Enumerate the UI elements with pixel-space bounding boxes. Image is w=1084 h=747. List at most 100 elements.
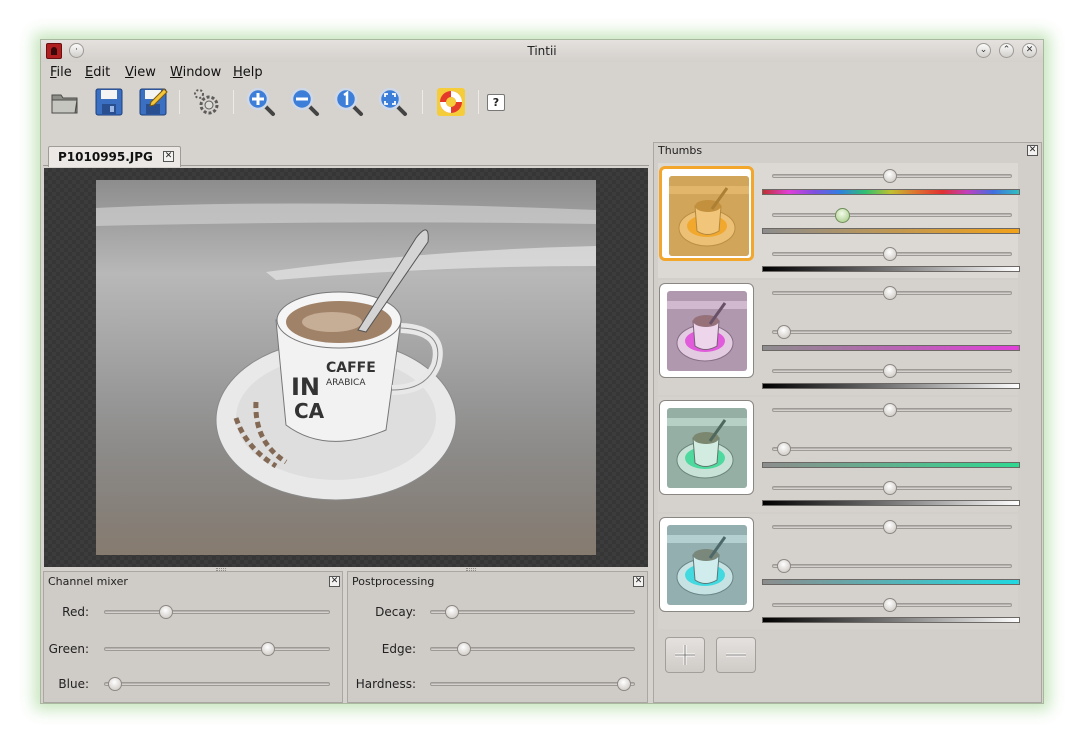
svg-text:IN: IN [291, 373, 320, 401]
menu-window-label: indow [182, 65, 222, 80]
thumb-saturation-gradient [762, 579, 1020, 585]
menu-view[interactable]: View [125, 65, 156, 80]
save-as-icon[interactable] [137, 86, 169, 118]
thumb-magenta[interactable] [659, 283, 754, 378]
toolbar-separator [478, 90, 479, 114]
menu-edit-label: dit [93, 65, 111, 80]
svg-text:CAFFE: CAFFE [326, 360, 376, 376]
thumb-saturation-slider-knob[interactable] [776, 325, 791, 339]
tab-document[interactable]: P1010995.JPG ✕ [48, 146, 181, 167]
minus-icon [726, 653, 746, 657]
settings-gear-icon[interactable] [191, 86, 223, 118]
image-canvas[interactable]: IN CAFFE ARABICA CA [44, 168, 648, 567]
close-panel-icon[interactable]: ✕ [633, 576, 644, 587]
menu-file-label: ile [56, 65, 72, 80]
whats-this-icon[interactable]: ? [487, 94, 505, 111]
maximize-button[interactable]: ⌃ [999, 43, 1014, 58]
zoom-fit-icon[interactable] [377, 86, 409, 118]
add-thumb-button[interactable] [665, 637, 705, 673]
postprocessing-title: Postprocessing [352, 575, 435, 588]
thumb-value-slider-knob[interactable] [882, 481, 897, 495]
thumb-green[interactable] [659, 400, 754, 495]
menu-bar: File Edit View Window Help [41, 62, 1043, 82]
thumb-image [669, 176, 749, 256]
blue-slider-track[interactable] [104, 682, 330, 686]
thumb-value-gradient [762, 266, 1020, 272]
remove-thumb-button[interactable] [716, 637, 756, 673]
thumb-hue-gradient [762, 189, 1020, 195]
thumb-orange[interactable] [659, 166, 754, 261]
decay-label: Decay: [375, 605, 416, 619]
title-bar[interactable]: · Tintii ⌄ ⌃ ✕ [41, 40, 1043, 62]
thumb-value-slider-knob[interactable] [882, 598, 897, 612]
thumb-value-gradient [762, 617, 1020, 623]
plus-icon [675, 645, 695, 665]
thumb-saturation-slider-knob[interactable] [776, 559, 791, 573]
thumb-image [667, 525, 747, 605]
thumb-saturation-slider-track[interactable] [772, 213, 1012, 217]
thumb-saturation-slider-track[interactable] [772, 330, 1012, 334]
close-panel-icon[interactable]: ✕ [1027, 145, 1038, 156]
zoom-100-icon[interactable] [333, 86, 365, 118]
green-slider-knob[interactable] [260, 642, 275, 656]
close-panel-icon[interactable]: ✕ [329, 576, 340, 587]
thumb-value-slider-knob[interactable] [882, 364, 897, 378]
menu-view-label: iew [133, 65, 156, 80]
green-label: Green: [48, 642, 89, 656]
decay-slider-knob[interactable] [445, 605, 460, 619]
close-tab-icon[interactable]: ✕ [163, 151, 174, 162]
save-icon[interactable] [93, 86, 125, 118]
document-tab-bar: P1010995.JPG ✕ [43, 142, 649, 167]
toolbar: ? [41, 82, 1043, 122]
thumb-saturation-slider-track[interactable] [772, 564, 1012, 568]
menu-edit[interactable]: Edit [85, 65, 110, 80]
window-title: Tintii [527, 44, 557, 58]
channel-mixer-panel: Channel mixer ✕ Red: Green: Blue: [43, 571, 343, 703]
blue-label: Blue: [58, 677, 89, 691]
thumb-image [667, 291, 747, 371]
thumb-hue-slider-knob[interactable] [882, 520, 897, 534]
toolbar-separator [233, 90, 234, 114]
thumb-cyan[interactable] [659, 517, 754, 612]
red-label: Red: [62, 605, 89, 619]
tab-document-label: P1010995.JPG [58, 150, 153, 164]
menu-help[interactable]: Help [233, 65, 263, 80]
channel-mixer-title: Channel mixer [48, 575, 128, 588]
close-icon: ✕ [1025, 45, 1034, 55]
thumb-saturation-slider-track[interactable] [772, 447, 1012, 451]
open-folder-icon[interactable] [49, 86, 81, 118]
menu-help-label: elp [242, 65, 263, 80]
menu-window[interactable]: Window [170, 65, 221, 80]
photo-preview: IN CAFFE ARABICA CA [96, 180, 596, 555]
thumbs-title: Thumbs [658, 144, 703, 157]
zoom-in-icon[interactable] [245, 86, 277, 118]
zoom-out-icon[interactable] [289, 86, 321, 118]
hardness-label: Hardness: [355, 677, 416, 691]
thumb-saturation-gradient [762, 462, 1020, 468]
thumb-saturation-slider-knob[interactable] [776, 442, 791, 456]
close-window-button[interactable]: ✕ [1022, 43, 1037, 58]
svg-text:CA: CA [294, 399, 325, 423]
hardness-slider-track[interactable] [430, 682, 635, 686]
menu-file[interactable]: File [50, 65, 72, 80]
thumb-saturation-gradient [762, 228, 1020, 234]
thumb-saturation-gradient [762, 345, 1020, 351]
minimize-button[interactable]: ⌄ [976, 43, 991, 58]
red-slider-knob[interactable] [159, 605, 174, 619]
edge-label: Edge: [381, 642, 416, 656]
svg-text:ARABICA: ARABICA [326, 378, 366, 388]
thumb-value-slider-knob[interactable] [882, 247, 897, 261]
postprocessing-panel: Postprocessing ✕ Decay: Edge: Hardness: [347, 571, 648, 703]
main-window: · Tintii ⌄ ⌃ ✕ File Edit View Window Hel… [40, 39, 1044, 704]
red-slider-track[interactable] [104, 610, 330, 614]
chevron-down-icon: ⌄ [979, 45, 988, 55]
green-slider-track[interactable] [104, 647, 330, 651]
thumb-hue-slider-knob[interactable] [882, 286, 897, 300]
edge-slider-knob[interactable] [456, 642, 471, 656]
thumb-hue-slider-knob[interactable] [882, 403, 897, 417]
thumb-hue-slider-knob[interactable] [882, 169, 897, 183]
decay-slider-track[interactable] [430, 610, 635, 614]
help-lifebuoy-icon[interactable] [435, 86, 467, 118]
hardness-slider-knob[interactable] [617, 677, 632, 691]
blue-slider-knob[interactable] [108, 677, 123, 691]
